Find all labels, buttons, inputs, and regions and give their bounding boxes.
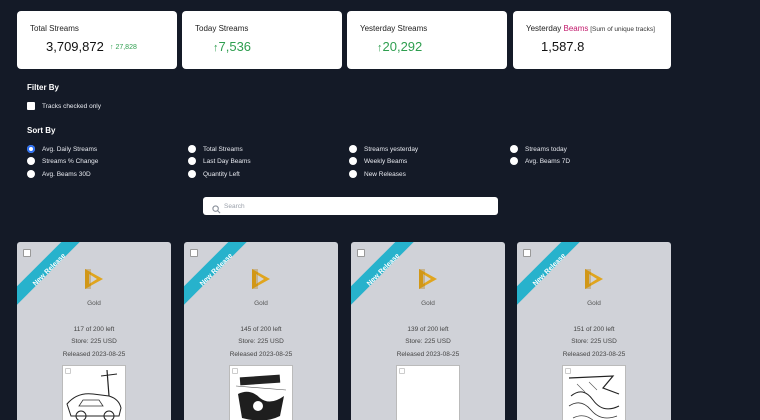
play-logo-icon [83, 267, 105, 296]
play-logo-icon [417, 267, 439, 296]
car-sketch-artwork[interactable] [62, 365, 126, 420]
sort-radio-last-day-beams[interactable] [188, 157, 196, 165]
quantity-left: 117 of 200 left [73, 326, 115, 333]
sort-label: Avg. Beams 7D [525, 158, 571, 165]
release-date: Released 2023-08-25 [62, 351, 126, 358]
stat-label: Today Streams [195, 24, 249, 33]
stat-card-yesterday-streams: Yesterday Streams ↑20,292 [347, 11, 507, 69]
tracks-checked-checkbox[interactable] [27, 102, 35, 110]
store-price: Store: 225 USD [238, 338, 284, 345]
arrow-up-icon: ↑ [110, 44, 114, 51]
stat-label: Total Streams [30, 24, 79, 33]
release-date: Released 2023-08-25 [229, 351, 293, 358]
play-logo-icon [583, 267, 605, 296]
artwork-badge-icon [565, 368, 571, 374]
sort-radio-avg-daily-streams[interactable] [27, 145, 35, 153]
stat-card-yesterday-beams: Yesterday Beams [Sum of unique tracks] 1… [513, 11, 671, 69]
sort-title: Sort By [27, 126, 56, 135]
sort-label: Quantity Left [203, 171, 240, 178]
tier-label: Gold [587, 300, 601, 307]
release-date: Released 2023-08-25 [396, 351, 460, 358]
release-card[interactable]: New Release Gold 151 of 200 left Store: … [517, 242, 671, 420]
play-logo-icon [250, 267, 272, 296]
sort-label: Streams today [525, 146, 567, 153]
tracks-checked-label: Tracks checked only [42, 103, 102, 110]
card-checkbox[interactable] [190, 249, 198, 257]
sort-radio-avg-beams-7d[interactable] [510, 157, 518, 165]
quantity-left: 145 of 200 left [240, 326, 282, 333]
blank-artwork[interactable] [396, 365, 460, 420]
tier-label: Gold [421, 300, 435, 307]
card-checkbox[interactable] [357, 249, 365, 257]
stat-value: ↑20,292 [377, 39, 423, 54]
quantity-left: 139 of 200 left [407, 326, 449, 333]
sort-radio-streams-change[interactable] [27, 157, 35, 165]
tier-label: Gold [87, 300, 101, 307]
search-box[interactable] [203, 197, 498, 215]
search-icon [212, 201, 221, 219]
card-checkbox[interactable] [23, 249, 31, 257]
stat-card-today-streams: Today Streams ↑7,536 [182, 11, 342, 69]
sort-label: Streams yesterday [364, 146, 419, 153]
sort-radio-total-streams[interactable] [188, 145, 196, 153]
sort-radio-new-releases[interactable] [349, 170, 357, 178]
stat-delta: ↑ 27,828 [110, 44, 137, 51]
stat-value: 1,587.8 [541, 39, 585, 54]
abstract-sketch-artwork[interactable] [229, 365, 293, 420]
search-input[interactable] [224, 200, 484, 212]
store-price: Store: 225 USD [71, 338, 117, 345]
stat-card-total-streams: Total Streams 3,709,872 ↑ 27,828 [17, 11, 177, 69]
stat-value: 3,709,872 [46, 39, 104, 54]
release-card[interactable]: New Release Gold 117 of 200 left Store: … [17, 242, 171, 420]
sort-radio-weekly-beams[interactable] [349, 157, 357, 165]
stat-value: ↑7,536 [213, 39, 252, 54]
release-date: Released 2023-08-25 [562, 351, 626, 358]
release-card[interactable]: New Release Gold 145 of 200 left Store: … [184, 242, 338, 420]
quantity-left: 151 of 200 left [573, 326, 615, 333]
wave-sketch-artwork[interactable] [562, 365, 626, 420]
sort-label: Total Streams [203, 146, 243, 153]
store-price: Store: 225 USD [571, 338, 617, 345]
card-checkbox[interactable] [523, 249, 531, 257]
artwork-badge-icon [232, 368, 238, 374]
tier-label: Gold [254, 300, 268, 307]
sort-label: Avg. Daily Streams [42, 146, 98, 153]
stat-label: Yesterday Streams [360, 24, 428, 33]
artwork-badge-icon [65, 368, 71, 374]
filter-title: Filter By [27, 83, 60, 92]
sort-label: Last Day Beams [203, 158, 251, 165]
stat-label: Yesterday Beams [Sum of unique tracks] [526, 24, 655, 33]
release-card[interactable]: New Release Gold 139 of 200 left Store: … [351, 242, 505, 420]
sort-label: Avg. Beams 30D [42, 171, 91, 178]
sort-radio-streams-today[interactable] [510, 145, 518, 153]
sort-label: Streams % Change [42, 158, 99, 165]
sort-radio-quantity-left[interactable] [188, 170, 196, 178]
sort-radio-streams-yesterday[interactable] [349, 145, 357, 153]
store-price: Store: 225 USD [405, 338, 451, 345]
artwork-badge-icon [399, 368, 405, 374]
sort-label: Weekly Beams [364, 158, 408, 165]
sort-label: New Releases [364, 171, 406, 178]
sort-radio-avg-beams-30d[interactable] [27, 170, 35, 178]
